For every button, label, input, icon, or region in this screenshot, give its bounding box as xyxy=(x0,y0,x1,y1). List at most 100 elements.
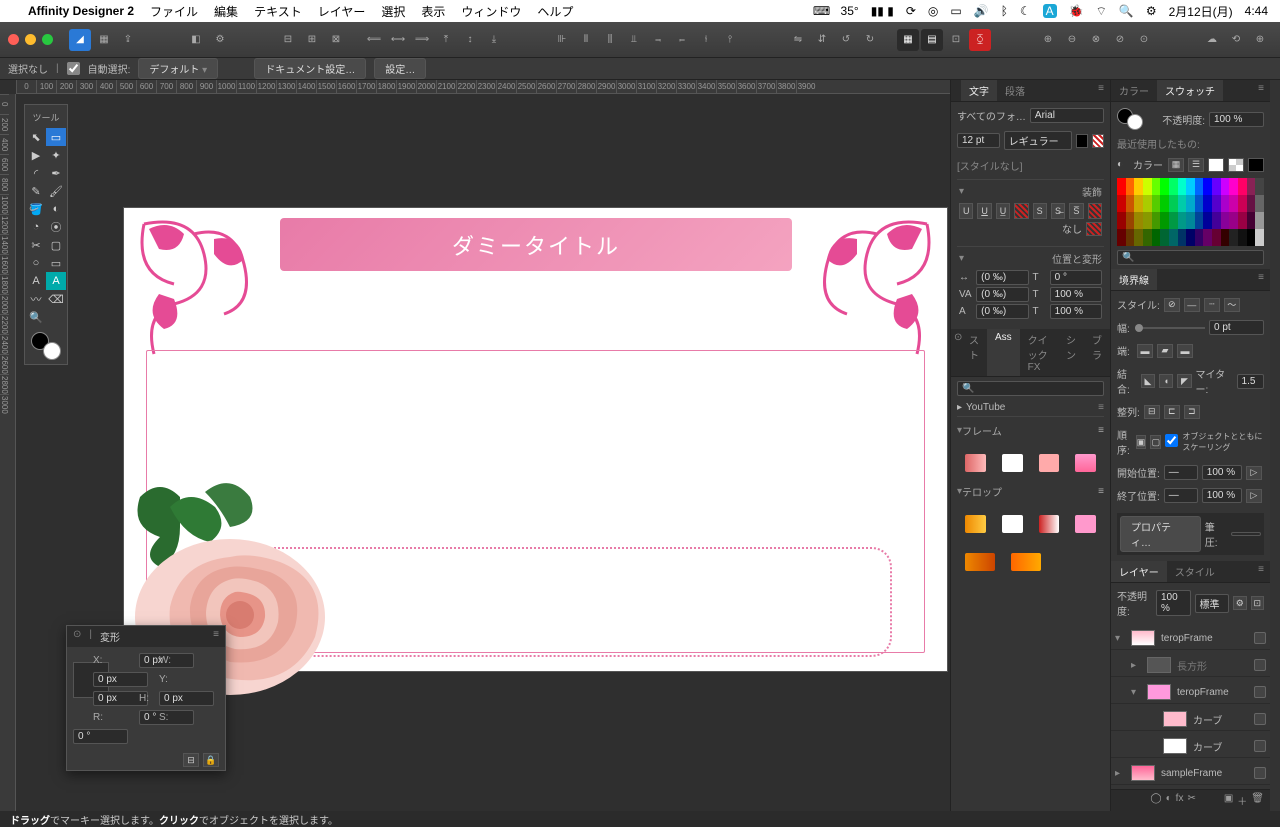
swatch-opacity-input[interactable]: 100 % xyxy=(1209,112,1264,127)
node-tool[interactable]: ▶ xyxy=(26,146,46,164)
layer-add-icon[interactable]: ＋ xyxy=(1237,793,1247,808)
position-transform-header[interactable]: 位置と変形 xyxy=(959,251,1102,266)
w-input[interactable]: 0 px xyxy=(93,672,148,687)
dist-5-icon[interactable]: ⫬ xyxy=(647,29,669,51)
tab-styles[interactable]: スタイル xyxy=(1167,561,1223,582)
align-inside-btn[interactable]: ⊏ xyxy=(1164,405,1180,419)
tab-assets[interactable]: Ass xyxy=(987,329,1020,376)
swatch-view2-icon[interactable]: ☰ xyxy=(1188,158,1204,172)
close-window-button[interactable] xyxy=(8,34,19,45)
asset-telop-5[interactable] xyxy=(965,553,995,571)
stroke-properties-button[interactable]: プロパティ… xyxy=(1120,516,1201,552)
app-name[interactable]: Affinity Designer 2 xyxy=(28,4,134,18)
dist-6-icon[interactable]: ⫭ xyxy=(671,29,693,51)
bool-sub-icon[interactable]: ⊖ xyxy=(1061,29,1083,51)
order-behind-btn[interactable]: ▣ xyxy=(1136,435,1147,449)
menubar-date[interactable]: 2月12日(月) xyxy=(1169,3,1233,20)
corner-tool[interactable]: ◜ xyxy=(26,164,46,182)
layer-visibility-toggle[interactable] xyxy=(1254,713,1266,725)
style-none[interactable]: [スタイルなし] xyxy=(957,156,1104,175)
document-settings-button[interactable]: ドキュメント設定… xyxy=(254,58,366,79)
picker-tool[interactable]: ⦿ xyxy=(46,218,66,236)
snap-guides-icon[interactable]: ▤ xyxy=(921,29,943,51)
panel-menu-icon[interactable]: ≡ xyxy=(213,629,219,644)
align-2-icon[interactable]: ⊞ xyxy=(301,29,323,51)
font-family-select[interactable]: Arial xyxy=(1030,108,1104,123)
persona-export-icon[interactable]: ⇪ xyxy=(117,29,139,51)
layer-blend-select[interactable]: 標準 xyxy=(1195,594,1230,613)
align-right-icon[interactable]: ⟹ xyxy=(411,29,433,51)
asset-telop-2[interactable] xyxy=(1002,515,1023,533)
dash-underline-btn[interactable]: U̲ xyxy=(996,203,1010,219)
layer-name[interactable]: カーブ xyxy=(1193,739,1222,754)
panel-menu-icon[interactable]: ≡ xyxy=(1252,269,1270,290)
volume-icon[interactable]: 🔊 xyxy=(974,4,989,18)
dist-3-icon[interactable]: ⫼ xyxy=(599,29,621,51)
flourish-top-left[interactable] xyxy=(134,214,264,364)
asset-frame-4[interactable] xyxy=(1075,454,1096,472)
layer-visibility-toggle[interactable] xyxy=(1254,767,1266,779)
app-a-icon[interactable]: A xyxy=(1043,4,1057,18)
title-banner[interactable]: ダミータイトル xyxy=(280,218,792,271)
swatch-grid[interactable] xyxy=(1117,178,1264,246)
transform-tab[interactable]: 変形 xyxy=(100,629,120,644)
swatch-none[interactable] xyxy=(1208,158,1224,172)
pen-tool[interactable]: ✒ xyxy=(46,164,66,182)
layer-crop-icon[interactable]: ✂ xyxy=(1187,793,1195,808)
miter-input[interactable]: 1.5 xyxy=(1237,374,1264,389)
tab-quickfx[interactable]: クイックFX xyxy=(1020,329,1058,376)
pin-icon[interactable]: ⊙ xyxy=(73,629,81,644)
tab-color[interactable]: カラー xyxy=(1111,80,1157,101)
transparency-tool[interactable]: ◔ xyxy=(26,218,46,236)
color-wells[interactable] xyxy=(31,332,61,360)
layer-row[interactable]: ▾teropFrame xyxy=(1111,627,1270,650)
layer-name[interactable]: teropFrame xyxy=(1161,633,1213,644)
pressure-curve[interactable] xyxy=(1231,532,1261,536)
preferences-button[interactable]: 設定… xyxy=(374,58,426,79)
dnd-moon-icon[interactable]: ☾ xyxy=(1020,4,1031,18)
spotlight-icon[interactable]: 🔍 xyxy=(1119,4,1134,18)
no-underline-btn[interactable] xyxy=(1014,203,1028,219)
point-transform-tool[interactable]: ✦ xyxy=(46,146,66,164)
decoration-header[interactable]: 装飾 xyxy=(959,184,1102,199)
status-bars-icon[interactable]: ▮▮ ▮ xyxy=(871,4,894,18)
font-stroke-well[interactable] xyxy=(1092,134,1104,148)
shape-tool[interactable]: ▢ xyxy=(46,236,66,254)
menu-layer[interactable]: レイヤー xyxy=(318,3,366,20)
persona-designer-icon[interactable]: ◢ xyxy=(69,29,91,51)
underline-btn[interactable]: U xyxy=(959,203,973,219)
dist-7-icon[interactable]: ⫮ xyxy=(695,29,717,51)
vector-brush-tool[interactable]: 〰 xyxy=(26,290,46,308)
flip-v-icon[interactable]: ⇵ xyxy=(811,29,833,51)
move-tool[interactable]: ⬉ xyxy=(26,128,46,146)
magnet-snap-icon[interactable]: ⧲ xyxy=(969,29,991,51)
menu-help[interactable]: ヘルプ xyxy=(537,3,573,20)
keyboard-icon[interactable]: ⌨ xyxy=(815,4,829,18)
align-bottom-icon[interactable]: ⤓ xyxy=(483,29,505,51)
layer-name[interactable]: カーブ xyxy=(1193,712,1222,727)
flourish-top-right[interactable] xyxy=(807,214,937,364)
cloud-icon[interactable]: ☁ xyxy=(1201,29,1223,51)
menubar-time[interactable]: 4:44 xyxy=(1245,4,1268,18)
join-bevel-btn[interactable]: ◤ xyxy=(1177,374,1191,388)
s-input[interactable]: 0 ° xyxy=(73,729,128,744)
align-top-icon[interactable]: ⤒ xyxy=(435,29,457,51)
dist-8-icon[interactable]: ⫯ xyxy=(719,29,741,51)
display-icon[interactable]: ▭ xyxy=(950,4,961,18)
gradient-tool[interactable]: ◐ xyxy=(46,200,66,218)
eraser-tool[interactable]: ⌫ xyxy=(46,290,66,308)
stroke-start-input[interactable]: 100 % xyxy=(1202,465,1242,480)
panel-menu-icon[interactable]: ≡ xyxy=(1252,80,1270,101)
align-left-icon[interactable]: ⟸ xyxy=(363,29,385,51)
layer-gear-icon[interactable]: ⚙ xyxy=(1233,596,1246,610)
strike-btn[interactable]: S xyxy=(1033,203,1047,219)
join-round-btn[interactable]: ◖ xyxy=(1159,374,1173,388)
telop-dashed-frame[interactable] xyxy=(234,547,892,657)
persona-pixel-icon[interactable]: ▦ xyxy=(93,29,115,51)
menu-edit[interactable]: 編集 xyxy=(214,3,238,20)
dist-1-icon[interactable]: ⊪ xyxy=(551,29,573,51)
arrow-end-btn[interactable]: ▷ xyxy=(1246,489,1262,503)
frame-text-tool[interactable]: A xyxy=(46,272,66,290)
bluetooth-icon[interactable]: ᛒ xyxy=(1001,4,1008,18)
cap-butt-btn[interactable]: ▬ xyxy=(1137,344,1153,358)
